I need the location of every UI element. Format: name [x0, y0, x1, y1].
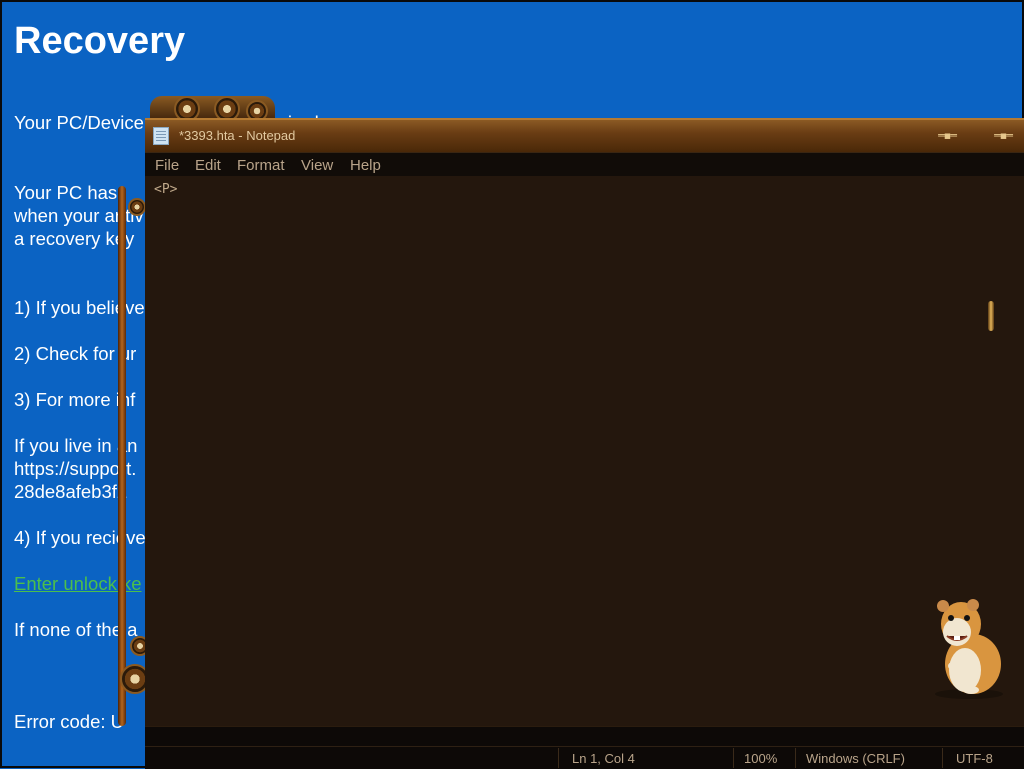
gear-icon: [128, 198, 146, 216]
support-url-hash: 28de8afeb3f2: [14, 481, 128, 502]
status-separator: [942, 748, 943, 768]
notepad-window[interactable]: *3393.hta - Notepad ═▪═ ═▪═ File Edit Fo…: [145, 118, 1024, 769]
status-position: Ln 1, Col 4: [572, 751, 635, 766]
status-separator: [558, 748, 559, 768]
notepad-icon: [153, 127, 169, 145]
window-title: *3393.hta - Notepad: [179, 128, 296, 143]
status-zoom: 100%: [744, 751, 778, 766]
status-line-ending: Windows (CRLF): [806, 751, 905, 766]
menu-view[interactable]: View: [301, 157, 333, 174]
vertical-scrollbar-thumb[interactable]: [988, 301, 994, 331]
menu-edit[interactable]: Edit: [195, 157, 221, 174]
text-editor[interactable]: <P>: [145, 176, 1024, 726]
steampunk-pipe: [118, 186, 126, 726]
horizontal-scrollbar[interactable]: [145, 726, 1024, 747]
title-bar[interactable]: *3393.hta - Notepad ═▪═ ═▪═: [145, 118, 1024, 152]
recovery-title: Recovery: [14, 20, 186, 62]
status-bar: Ln 1, Col 4 100% Windows (CRLF) UTF-8: [145, 746, 1024, 769]
status-encoding: UTF-8: [956, 751, 993, 766]
menu-format[interactable]: Format: [237, 157, 285, 174]
hamster-mascot-icon: [935, 599, 1003, 699]
status-separator: [733, 748, 734, 768]
maximize-button[interactable]: ═▪═: [987, 130, 1019, 142]
recovery-text-line: a recovery key: [14, 228, 135, 249]
error-code: Error code: U: [14, 711, 125, 732]
minimize-button[interactable]: ═▪═: [931, 130, 963, 142]
menu-file[interactable]: File: [155, 157, 179, 174]
menu-bar: File Edit Format View Help: [145, 152, 1024, 177]
editor-content[interactable]: <P>: [154, 182, 177, 197]
status-separator: [795, 748, 796, 768]
recovery-text-line: Your PC has: [14, 182, 118, 203]
menu-help[interactable]: Help: [350, 157, 381, 174]
